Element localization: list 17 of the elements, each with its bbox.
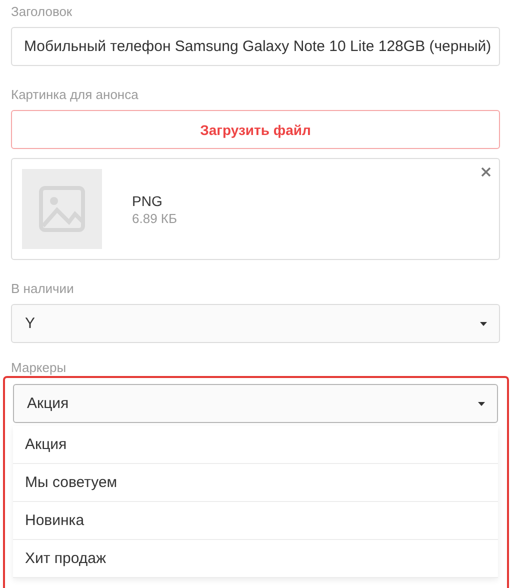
dropdown-option[interactable]: Акция [13, 426, 498, 464]
dropdown-option[interactable]: Хит продаж [13, 540, 498, 578]
title-input[interactable]: Мобильный телефон Samsung Galaxy Note 10 Lite 128GB (черный) [11, 27, 500, 66]
caret-icon [478, 402, 485, 406]
dropdown-option[interactable]: Новинка [13, 502, 498, 540]
markers-select[interactable]: Акция [13, 384, 498, 423]
field-label: Маркеры [11, 359, 68, 376]
stock-select[interactable]: Y [11, 304, 500, 343]
close-button[interactable] [479, 165, 493, 179]
upload-button[interactable]: Загрузить файл [11, 110, 500, 149]
field-label: В наличии [11, 280, 75, 297]
file-size: 6.89 КБ [132, 210, 178, 226]
file-type: PNG [132, 192, 164, 208]
dropdown-option[interactable]: Мы советуем [13, 464, 498, 502]
field-label: Картинка для анонса [11, 86, 140, 103]
field-label: Заголовок [11, 3, 74, 20]
caret-icon [480, 322, 487, 326]
